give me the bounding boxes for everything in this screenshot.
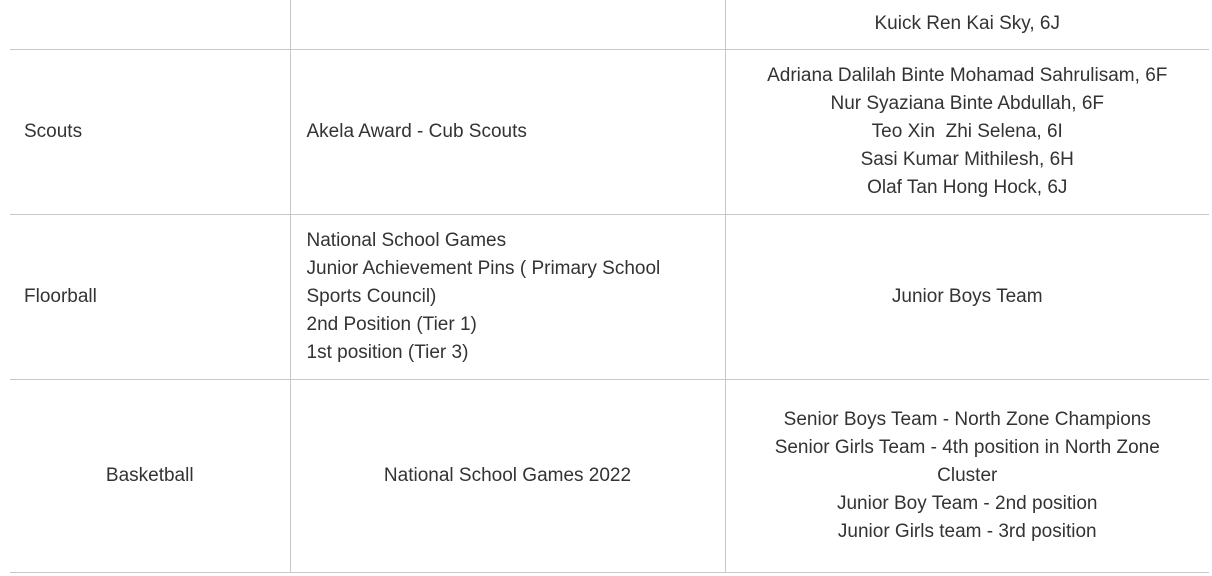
- achievement-line: National School Games 2022: [383, 465, 632, 486]
- achievement-cell: [289, 0, 725, 50]
- awardee-line: Sasi Kumar Mithilesh, 6H: [860, 149, 1074, 170]
- table-row: Basketball National School Games 2022 Se…: [10, 379, 1209, 573]
- awardees-cell: Adriana Dalilah Binte Mohamad Sahrulisam…: [724, 49, 1209, 215]
- achievement-line: Akela Award - Cub Scouts: [306, 121, 527, 142]
- activity-cell: Scouts: [10, 49, 290, 215]
- activity-label: Floorball: [24, 286, 97, 307]
- achievement-line: 2nd Position (Tier 1): [306, 314, 477, 335]
- achievement-cell: National School Games Junior Achievement…: [289, 214, 725, 380]
- activity-cell: Basketball: [10, 379, 290, 573]
- awardees-cell: Senior Boys Team - North Zone Champions …: [724, 379, 1209, 573]
- activity-cell: Floorball: [10, 214, 290, 380]
- awardees-cell: Junior Boys Team: [724, 214, 1209, 380]
- awardee-line: Junior Boy Team - 2nd position: [836, 493, 1098, 514]
- awardee-line: Senior Girls Team - 4th position in Nort…: [774, 437, 1160, 486]
- activity-label: Scouts: [24, 121, 83, 142]
- awardee-line: Teo Xin Zhi Selena, 6I: [871, 121, 1063, 142]
- achievement-cell: National School Games 2022: [289, 379, 725, 573]
- activity-label: Basketball: [105, 465, 194, 486]
- awardee-line: Nur Syaziana Binte Abdullah, 6F: [830, 93, 1105, 114]
- achievement-cell: Akela Award - Cub Scouts: [289, 49, 725, 215]
- awardee-line: Junior Girls team - 3rd position: [837, 521, 1097, 542]
- table-row: Kuick Ren Kai Sky, 6J: [10, 0, 1209, 50]
- table-row: Scouts Akela Award - Cub Scouts Adriana …: [10, 49, 1209, 215]
- activity-cell: [10, 0, 290, 50]
- awardee-line: Junior Boys Team: [891, 286, 1043, 307]
- achievements-table: Kuick Ren Kai Sky, 6J Scouts Akela Award…: [10, 0, 1209, 573]
- awardee-line: Adriana Dalilah Binte Mohamad Sahrulisam…: [767, 65, 1168, 86]
- awardees-cell: Kuick Ren Kai Sky, 6J: [724, 0, 1209, 50]
- table-row: Floorball National School Games Junior A…: [10, 214, 1209, 380]
- awardee-line: Kuick Ren Kai Sky, 6J: [874, 12, 1060, 34]
- achievement-line: National School Games: [306, 230, 507, 251]
- achievement-line: Junior Achievement Pins ( Primary School…: [306, 258, 661, 307]
- awardee-line: Senior Boys Team - North Zone Champions: [783, 409, 1151, 430]
- awardee-line: Olaf Tan Hong Hock, 6J: [867, 177, 1068, 198]
- achievement-line: 1st position (Tier 3): [306, 342, 469, 363]
